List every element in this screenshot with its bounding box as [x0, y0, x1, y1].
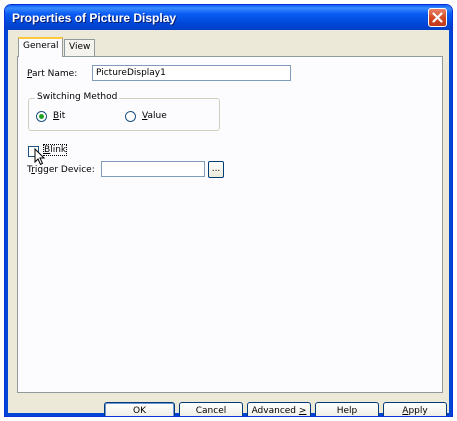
radio-value[interactable]: [125, 111, 136, 122]
mouse-pointer-icon: [34, 148, 46, 166]
tab-view[interactable]: View: [64, 39, 96, 56]
part-name-label: Part Name:: [27, 69, 78, 79]
tab-general-label: General: [23, 41, 59, 51]
switching-method-legend: Switching Method: [35, 92, 120, 102]
radio-bit-label[interactable]: Bit: [53, 111, 65, 121]
title-bar[interactable]: Properties of Picture Display: [5, 5, 452, 30]
blink-label[interactable]: Blink: [42, 144, 68, 156]
close-button[interactable]: [428, 8, 447, 27]
tab-view-label: View: [69, 42, 91, 52]
advanced-button[interactable]: Advanced >: [247, 402, 311, 416]
cancel-button[interactable]: Cancel: [179, 402, 243, 416]
trigger-device-browse-button[interactable]: ...: [208, 161, 224, 178]
apply-button[interactable]: Apply: [383, 402, 447, 416]
window-title: Properties of Picture Display: [12, 11, 177, 25]
window-frame-right: [449, 30, 452, 416]
trigger-device-label: Trigger Device:: [27, 165, 95, 175]
switching-method-group: Switching Method Bit Value: [28, 92, 220, 131]
window-frame-left: [5, 30, 8, 416]
trigger-device-input[interactable]: [101, 161, 205, 177]
close-icon: [432, 12, 443, 23]
part-name-input[interactable]: PictureDisplay1: [92, 65, 291, 81]
radio-value-label[interactable]: Value: [142, 111, 167, 121]
tab-general[interactable]: General: [18, 37, 64, 57]
general-tab-panel: Part Name: PictureDisplay1 Switching Met…: [17, 56, 443, 393]
help-button[interactable]: Help: [315, 402, 379, 416]
ok-button[interactable]: OK: [104, 402, 175, 416]
properties-dialog: Properties of Picture Display General Vi…: [4, 4, 453, 417]
radio-bit[interactable]: [36, 111, 47, 122]
